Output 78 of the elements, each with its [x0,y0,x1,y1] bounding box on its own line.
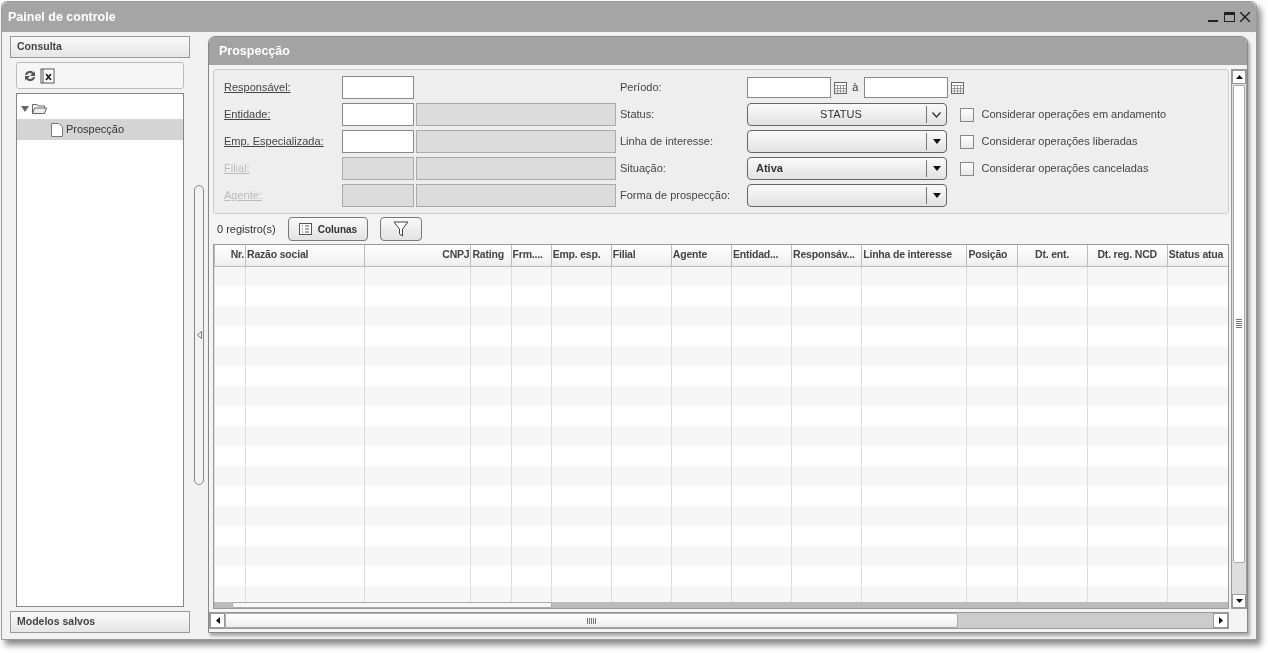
calendar-icon[interactable] [833,81,847,94]
field-label[interactable]: Entidade: [224,106,340,123]
checkbox-label: Considerar operações liberadas [980,134,1138,150]
field-label: Situação: [619,161,667,177]
arrow-down-icon [1235,599,1243,603]
date-field[interactable] [747,77,831,98]
calendar-icon[interactable] [950,81,964,94]
field-label: Status: [619,107,656,123]
scroll-up-button[interactable] [1232,70,1246,84]
dropdown[interactable] [747,130,947,153]
field-label[interactable]: Responsável: [224,79,340,96]
inner-scrollbar[interactable] [214,602,1228,608]
spreadsheet-icon[interactable] [39,67,56,84]
collapse-arrow-icon[interactable] [196,330,202,339]
maximize-icon[interactable] [1223,12,1235,22]
column-header[interactable]: CNPJ [364,245,471,266]
column-header[interactable]: Posição [966,245,1017,266]
close-icon[interactable] [1240,12,1250,22]
range-separator: à [851,80,860,96]
arrow-left-icon [215,617,220,624]
page-icon [51,122,63,137]
scroll-thumb[interactable] [232,602,552,608]
columns-button[interactable]: Colunas [287,217,369,241]
column-header[interactable]: Agente [671,245,732,266]
column-header[interactable]: Filial [611,245,672,266]
date-field[interactable] [863,77,948,98]
column-header[interactable]: Razão social [245,245,365,266]
arrow-right-icon [1218,617,1223,624]
record-count: 0 registro(s) [217,221,276,237]
caret-icon [932,193,941,198]
column-header[interactable]: Rating [471,245,512,266]
scroll-thumb[interactable] [1233,85,1245,563]
arrow-up-icon [1235,75,1243,79]
status-dropdown[interactable]: STATUS [747,103,947,126]
column-header[interactable]: Dt. reg. NCD [1087,245,1168,266]
expanded-triangle-icon[interactable] [21,104,29,113]
dropdown[interactable] [747,184,947,207]
column-header[interactable]: Nr. [214,245,246,266]
vertical-scrollbar[interactable] [1231,69,1247,609]
filter-button[interactable] [380,217,423,241]
field-label: Forma de prospecção: [619,188,732,204]
code-field[interactable] [342,103,414,126]
checkbox[interactable] [960,107,974,122]
checkbox-label: Considerar operações em andamento [980,107,1167,123]
column-header[interactable]: Status atua [1167,245,1228,266]
column-header[interactable]: Frm.... [511,245,552,266]
field-label: Linha de interesse: [619,134,714,150]
column-header[interactable]: Responsáv... [791,245,862,266]
column-header[interactable]: Entidad... [731,245,792,266]
folder-icon [32,103,47,114]
checkbox[interactable] [960,161,974,176]
horizontal-scrollbar[interactable] [209,612,1229,629]
dropdown[interactable]: Ativa [747,157,947,180]
caret-icon [932,111,941,118]
column-header[interactable]: Emp. esp. [551,245,612,266]
list-icon [298,223,312,235]
scroll-down-button[interactable] [1232,594,1246,608]
refresh-icon[interactable] [23,68,37,83]
caret-icon [932,166,941,171]
funnel-icon [393,221,410,237]
scroll-left-button[interactable] [210,613,225,628]
column-header[interactable]: Dt. ent. [1017,245,1088,266]
caret-icon [932,139,941,144]
scroll-right-button[interactable] [1213,613,1228,628]
field-label: Período: [619,80,663,96]
panel-title: Prospecção [219,42,290,60]
field-label[interactable]: Emp. Especializada: [224,133,340,150]
sidebar-header[interactable]: Consulta [10,36,190,58]
sidebar-footer[interactable]: Modelos salvos [10,611,190,633]
tree-item[interactable]: Prospecção [17,119,183,140]
checkbox[interactable] [960,134,974,149]
scroll-thumb[interactable] [225,613,958,628]
code-field[interactable] [342,76,414,99]
splitter-handle[interactable] [194,184,204,485]
window-title: Painel de controle [8,8,116,26]
column-header[interactable]: Linha de interesse [861,245,967,266]
checkbox-label: Considerar operações canceladas [980,161,1149,177]
code-field[interactable] [342,130,414,153]
